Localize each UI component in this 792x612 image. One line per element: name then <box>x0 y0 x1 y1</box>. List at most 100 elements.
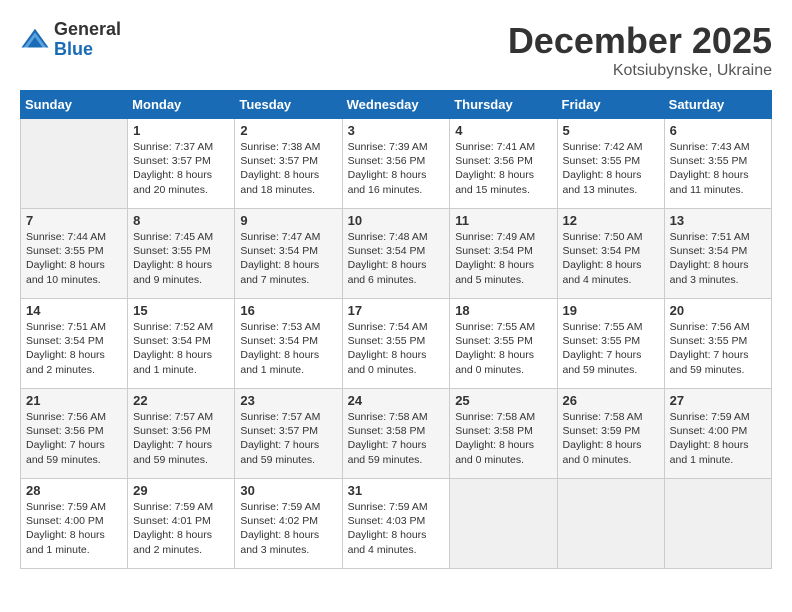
calendar-cell: 17 Sunrise: 7:54 AMSunset: 3:55 PMDayligh… <box>342 299 450 389</box>
weekday-header-wednesday: Wednesday <box>342 91 450 119</box>
day-info: Sunrise: 7:37 AMSunset: 3:57 PMDaylight:… <box>133 140 229 197</box>
day-number: 16 <box>240 303 336 318</box>
day-info: Sunrise: 7:55 AMSunset: 3:55 PMDaylight:… <box>563 320 659 377</box>
day-number: 6 <box>670 123 766 138</box>
day-number: 15 <box>133 303 229 318</box>
calendar-cell: 29 Sunrise: 7:59 AMSunset: 4:01 PMDayligh… <box>128 479 235 569</box>
calendar-cell: 11 Sunrise: 7:49 AMSunset: 3:54 PMDayligh… <box>450 209 557 299</box>
calendar-cell <box>557 479 664 569</box>
day-number: 30 <box>240 483 336 498</box>
day-info: Sunrise: 7:42 AMSunset: 3:55 PMDaylight:… <box>563 140 659 197</box>
title-block: December 2025 Kotsiubynske, Ukraine <box>508 20 772 80</box>
day-info: Sunrise: 7:51 AMSunset: 3:54 PMDaylight:… <box>26 320 122 377</box>
calendar-cell: 19 Sunrise: 7:55 AMSunset: 3:55 PMDayligh… <box>557 299 664 389</box>
calendar-cell: 5 Sunrise: 7:42 AMSunset: 3:55 PMDaylight… <box>557 119 664 209</box>
weekday-header-saturday: Saturday <box>664 91 771 119</box>
day-number: 3 <box>348 123 445 138</box>
day-info: Sunrise: 7:59 AMSunset: 4:00 PMDaylight:… <box>26 500 122 557</box>
weekday-header-row: SundayMondayTuesdayWednesdayThursdayFrid… <box>21 91 772 119</box>
day-info: Sunrise: 7:56 AMSunset: 3:56 PMDaylight:… <box>26 410 122 467</box>
calendar-cell: 4 Sunrise: 7:41 AMSunset: 3:56 PMDaylight… <box>450 119 557 209</box>
day-info: Sunrise: 7:55 AMSunset: 3:55 PMDaylight:… <box>455 320 551 377</box>
weekday-header-monday: Monday <box>128 91 235 119</box>
day-number: 13 <box>670 213 766 228</box>
day-number: 9 <box>240 213 336 228</box>
day-number: 8 <box>133 213 229 228</box>
day-info: Sunrise: 7:58 AMSunset: 3:59 PMDaylight:… <box>563 410 659 467</box>
day-info: Sunrise: 7:59 AMSunset: 4:01 PMDaylight:… <box>133 500 229 557</box>
day-info: Sunrise: 7:39 AMSunset: 3:56 PMDaylight:… <box>348 140 445 197</box>
calendar-cell: 10Sunrise: 7:48 AMSunset: 3:54 PMDayligh… <box>342 209 450 299</box>
logo-text: General Blue <box>54 20 121 60</box>
logo-blue: Blue <box>54 40 121 60</box>
day-info: Sunrise: 7:41 AMSunset: 3:56 PMDaylight:… <box>455 140 551 197</box>
day-info: Sunrise: 7:38 AMSunset: 3:57 PMDaylight:… <box>240 140 336 197</box>
calendar-cell: 2 Sunrise: 7:38 AMSunset: 3:57 PMDaylight… <box>235 119 342 209</box>
day-info: Sunrise: 7:54 AMSunset: 3:55 PMDaylight:… <box>348 320 445 377</box>
week-row-2: 7Sunrise: 7:44 AMSunset: 3:55 PMDaylight… <box>21 209 772 299</box>
calendar-cell: 31 Sunrise: 7:59 AMSunset: 4:03 PMDayligh… <box>342 479 450 569</box>
weekday-header-friday: Friday <box>557 91 664 119</box>
calendar: SundayMondayTuesdayWednesdayThursdayFrid… <box>20 90 772 569</box>
calendar-cell: 13 Sunrise: 7:51 AMSunset: 3:54 PMDayligh… <box>664 209 771 299</box>
calendar-cell: 12Sunrise: 7:50 AMSunset: 3:54 PMDayligh… <box>557 209 664 299</box>
day-number: 1 <box>133 123 229 138</box>
day-number: 24 <box>348 393 445 408</box>
calendar-cell: 18 Sunrise: 7:55 AMSunset: 3:55 PMDayligh… <box>450 299 557 389</box>
calendar-cell: 8 Sunrise: 7:45 AMSunset: 3:55 PMDaylight… <box>128 209 235 299</box>
calendar-cell <box>450 479 557 569</box>
calendar-cell: 14Sunrise: 7:51 AMSunset: 3:54 PMDayligh… <box>21 299 128 389</box>
day-number: 17 <box>348 303 445 318</box>
day-number: 5 <box>563 123 659 138</box>
day-info: Sunrise: 7:56 AMSunset: 3:55 PMDaylight:… <box>670 320 766 377</box>
calendar-cell: 28 Sunrise: 7:59 AMSunset: 4:00 PMDayligh… <box>21 479 128 569</box>
calendar-cell: 3 Sunrise: 7:39 AMSunset: 3:56 PMDaylight… <box>342 119 450 209</box>
weekday-header-sunday: Sunday <box>21 91 128 119</box>
day-number: 2 <box>240 123 336 138</box>
day-number: 27 <box>670 393 766 408</box>
week-row-1: 1 Sunrise: 7:37 AMSunset: 3:57 PMDaylight… <box>21 119 772 209</box>
day-number: 22 <box>133 393 229 408</box>
day-info: Sunrise: 7:53 AMSunset: 3:54 PMDaylight:… <box>240 320 336 377</box>
weekday-header-tuesday: Tuesday <box>235 91 342 119</box>
calendar-cell: 27 Sunrise: 7:59 AMSunset: 4:00 PMDayligh… <box>664 389 771 479</box>
week-row-3: 14Sunrise: 7:51 AMSunset: 3:54 PMDayligh… <box>21 299 772 389</box>
day-info: Sunrise: 7:45 AMSunset: 3:55 PMDaylight:… <box>133 230 229 287</box>
calendar-cell: 15 Sunrise: 7:52 AMSunset: 3:54 PMDayligh… <box>128 299 235 389</box>
location: Kotsiubynske, Ukraine <box>508 62 772 80</box>
day-number: 4 <box>455 123 551 138</box>
day-info: Sunrise: 7:58 AMSunset: 3:58 PMDaylight:… <box>348 410 445 467</box>
day-number: 7 <box>26 213 122 228</box>
day-number: 20 <box>670 303 766 318</box>
calendar-cell: 24 Sunrise: 7:58 AMSunset: 3:58 PMDayligh… <box>342 389 450 479</box>
day-info: Sunrise: 7:59 AMSunset: 4:03 PMDaylight:… <box>348 500 445 557</box>
calendar-cell: 21Sunrise: 7:56 AMSunset: 3:56 PMDayligh… <box>21 389 128 479</box>
logo: General Blue <box>20 20 121 60</box>
logo-icon <box>20 25 50 55</box>
calendar-cell: 26Sunrise: 7:58 AMSunset: 3:59 PMDayligh… <box>557 389 664 479</box>
day-info: Sunrise: 7:49 AMSunset: 3:54 PMDaylight:… <box>455 230 551 287</box>
day-info: Sunrise: 7:57 AMSunset: 3:57 PMDaylight:… <box>240 410 336 467</box>
day-number: 25 <box>455 393 551 408</box>
day-number: 19 <box>563 303 659 318</box>
day-number: 12 <box>563 213 659 228</box>
calendar-cell: 25 Sunrise: 7:58 AMSunset: 3:58 PMDayligh… <box>450 389 557 479</box>
day-info: Sunrise: 7:51 AMSunset: 3:54 PMDaylight:… <box>670 230 766 287</box>
day-number: 29 <box>133 483 229 498</box>
calendar-cell: 16 Sunrise: 7:53 AMSunset: 3:54 PMDayligh… <box>235 299 342 389</box>
day-info: Sunrise: 7:52 AMSunset: 3:54 PMDaylight:… <box>133 320 229 377</box>
day-info: Sunrise: 7:59 AMSunset: 4:00 PMDaylight:… <box>670 410 766 467</box>
day-info: Sunrise: 7:57 AMSunset: 3:56 PMDaylight:… <box>133 410 229 467</box>
week-row-5: 28 Sunrise: 7:59 AMSunset: 4:00 PMDayligh… <box>21 479 772 569</box>
day-number: 28 <box>26 483 122 498</box>
day-info: Sunrise: 7:58 AMSunset: 3:58 PMDaylight:… <box>455 410 551 467</box>
day-number: 10 <box>348 213 445 228</box>
day-number: 11 <box>455 213 551 228</box>
day-number: 31 <box>348 483 445 498</box>
day-number: 18 <box>455 303 551 318</box>
calendar-cell: 23Sunrise: 7:57 AMSunset: 3:57 PMDayligh… <box>235 389 342 479</box>
calendar-cell: 30Sunrise: 7:59 AMSunset: 4:02 PMDayligh… <box>235 479 342 569</box>
calendar-cell: 6Sunrise: 7:43 AMSunset: 3:55 PMDaylight… <box>664 119 771 209</box>
calendar-cell: 20 Sunrise: 7:56 AMSunset: 3:55 PMDayligh… <box>664 299 771 389</box>
page-header: General Blue December 2025 Kotsiubynske,… <box>20 20 772 80</box>
